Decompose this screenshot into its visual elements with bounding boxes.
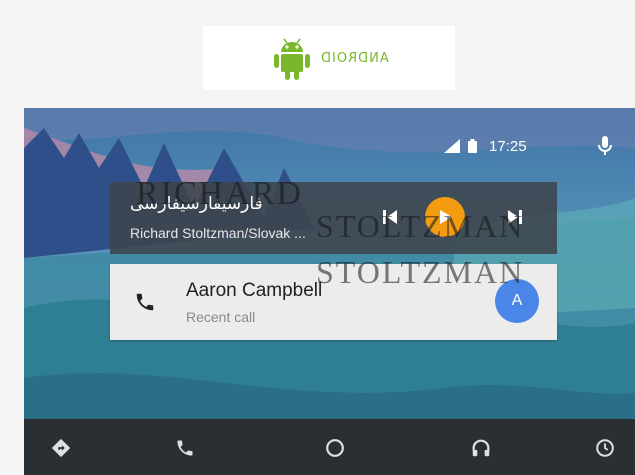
nav-phone-button[interactable] bbox=[172, 435, 198, 461]
bottom-navbar bbox=[24, 419, 635, 475]
track-artist: Richard Stoltzman/Slovak ... bbox=[130, 225, 306, 241]
notifications-icon bbox=[596, 439, 614, 457]
nav-home-button[interactable] bbox=[322, 435, 348, 461]
home-icon bbox=[326, 439, 344, 457]
android-robot-icon bbox=[273, 38, 310, 80]
headphones-icon bbox=[472, 439, 490, 457]
nav-navigation-button[interactable] bbox=[48, 435, 74, 461]
nav-media-button[interactable] bbox=[468, 435, 494, 461]
avatar-initial: A bbox=[511, 292, 523, 309]
skip-previous-icon[interactable] bbox=[380, 207, 400, 227]
nav-overview-button[interactable] bbox=[592, 435, 618, 461]
phone-icon bbox=[136, 293, 154, 311]
android-wordmark: ANDROID bbox=[319, 50, 389, 66]
recent-call-card[interactable]: Aaron Campbell Recent call A bbox=[110, 264, 557, 340]
android-logo: ANDROID bbox=[203, 26, 455, 90]
contact-name: Aaron Campbell bbox=[186, 280, 323, 301]
contact-avatar[interactable]: A bbox=[495, 279, 539, 323]
now-playing-card[interactable]: فارسیفارسیفارسی Richard Stoltzman/Slovak… bbox=[110, 182, 557, 254]
status-bar: 17:25 bbox=[444, 136, 527, 156]
mic-icon[interactable] bbox=[593, 134, 617, 158]
navigation-icon bbox=[51, 438, 71, 458]
status-time: 17:25 bbox=[489, 137, 527, 155]
play-icon bbox=[440, 210, 452, 224]
track-title: فارسیفارسیفارسی bbox=[130, 194, 263, 213]
signal-icon bbox=[444, 139, 460, 153]
play-button[interactable] bbox=[425, 197, 465, 237]
skip-next-icon[interactable] bbox=[505, 207, 525, 227]
call-subtitle: Recent call bbox=[186, 309, 256, 325]
battery-icon bbox=[468, 139, 477, 153]
phone-icon bbox=[177, 440, 193, 456]
